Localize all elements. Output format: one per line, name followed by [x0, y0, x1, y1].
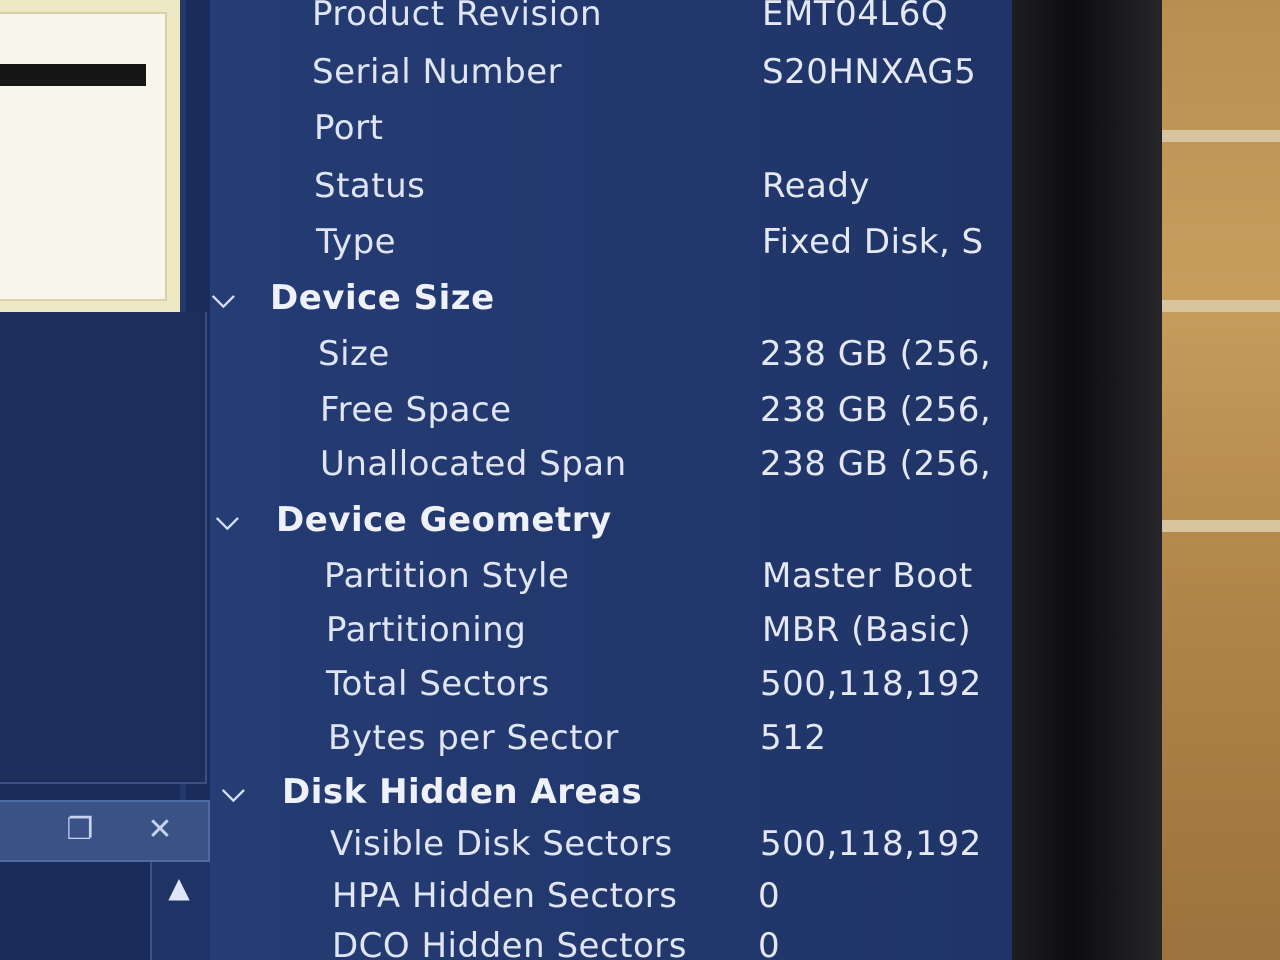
restore-window-icon[interactable]: ❐	[60, 810, 100, 850]
property-row[interactable]: Port	[210, 108, 1012, 162]
chevron-down-icon[interactable]: ⌵	[216, 502, 239, 537]
property-value: 238 GB (256,	[760, 334, 992, 374]
property-row[interactable]: Status Ready	[210, 166, 1012, 220]
property-label: Free Space	[320, 390, 512, 430]
group-header-device-size[interactable]: ⌵ Device Size	[210, 278, 1012, 332]
property-row[interactable]: DCO Hidden Sectors 0	[210, 926, 1012, 960]
left-pane: ❐ ✕ ▲	[0, 0, 210, 960]
property-row[interactable]: Serial Number S20HNXAG5	[210, 52, 1012, 106]
property-row[interactable]: Partitioning MBR (Basic)	[210, 610, 1012, 664]
property-label: Partitioning	[326, 610, 527, 650]
scroll-up-arrow-icon[interactable]: ▲	[158, 872, 200, 904]
properties-list: Product Revision EMT04L6Q Serial Number …	[210, 0, 1012, 960]
property-row[interactable]: Type Fixed Disk, S	[210, 222, 1012, 276]
property-label: Visible Disk Sectors	[330, 824, 673, 864]
property-label: Total Sectors	[326, 664, 550, 704]
property-label: Product Revision	[312, 0, 602, 34]
property-value: 500,118,192	[760, 824, 982, 864]
property-value: 0	[758, 876, 781, 916]
property-label: HPA Hidden Sectors	[332, 876, 678, 916]
wall-stripe	[1150, 300, 1280, 312]
child-window-titlebar: ❐ ✕	[0, 800, 210, 862]
wall-stripe	[1150, 520, 1280, 532]
property-row[interactable]: Size 238 GB (256,	[210, 334, 1012, 388]
property-value: 512	[760, 718, 827, 758]
left-pane-body	[0, 312, 207, 784]
property-label: DCO Hidden Sectors	[332, 926, 687, 960]
property-value: 238 GB (256,	[760, 390, 992, 430]
selected-device-row[interactable]	[0, 64, 146, 86]
group-header-disk-hidden-areas[interactable]: ⌵ Disk Hidden Areas	[210, 772, 1012, 826]
property-label: Serial Number	[312, 52, 563, 92]
property-value: Ready	[762, 166, 871, 206]
property-value: Fixed Disk, S	[762, 222, 984, 262]
group-label: Device Geometry	[276, 500, 612, 540]
chevron-down-icon[interactable]: ⌵	[212, 280, 235, 315]
property-label: Type	[316, 222, 397, 262]
property-value: MBR (Basic)	[762, 610, 972, 650]
background-wall	[1150, 0, 1280, 960]
monitor-bezel	[1012, 0, 1162, 960]
property-row[interactable]: Bytes per Sector 512	[210, 718, 1012, 772]
property-row[interactable]: Free Space 238 GB (256,	[210, 390, 1012, 444]
property-label: Bytes per Sector	[328, 718, 619, 758]
property-row[interactable]: Visible Disk Sectors 500,118,192	[210, 824, 1012, 878]
property-label: Size	[318, 334, 390, 374]
property-value: Master Boot	[762, 556, 973, 596]
property-label: Status	[314, 166, 426, 206]
group-header-device-geometry[interactable]: ⌵ Device Geometry	[210, 500, 1012, 554]
close-icon[interactable]: ✕	[140, 810, 180, 850]
property-row[interactable]: Total Sectors 500,118,192	[210, 664, 1012, 718]
property-label: Unallocated Span	[320, 444, 627, 484]
property-value: 500,118,192	[760, 664, 982, 704]
group-label: Device Size	[270, 278, 495, 318]
property-label: Partition Style	[324, 556, 570, 596]
property-row[interactable]: Unallocated Span 238 GB (256,	[210, 444, 1012, 498]
property-value: EMT04L6Q	[762, 0, 949, 34]
property-label: Port	[314, 108, 384, 148]
property-row[interactable]: HPA Hidden Sectors 0	[210, 876, 1012, 930]
property-value: 238 GB (256,	[760, 444, 992, 484]
device-list-panel	[0, 0, 183, 315]
chevron-down-icon[interactable]: ⌵	[222, 774, 245, 809]
device-list[interactable]	[0, 12, 167, 301]
property-row[interactable]: Partition Style Master Boot	[210, 556, 1012, 610]
wall-stripe	[1150, 130, 1280, 142]
property-value: 0	[758, 926, 781, 960]
property-value: S20HNXAG5	[762, 52, 977, 92]
property-row[interactable]: Product Revision EMT04L6Q	[210, 0, 1012, 48]
group-label: Disk Hidden Areas	[282, 772, 643, 812]
